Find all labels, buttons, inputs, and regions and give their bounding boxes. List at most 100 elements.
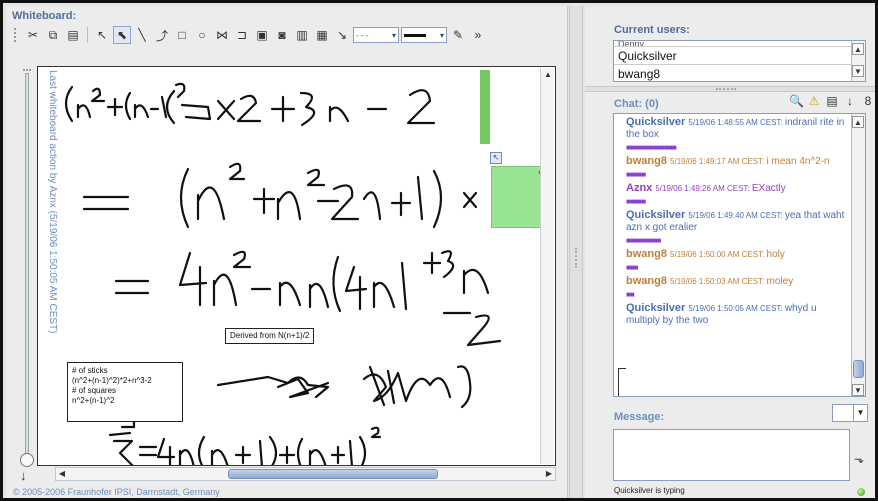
message-separator: ■■■■■■■■■ (626, 236, 662, 245)
user-item[interactable]: bwang8 (614, 65, 865, 81)
message-title: Message: (614, 411, 665, 423)
chat-text: holy (766, 249, 785, 260)
chat-nick[interactable]: bwang8 (626, 275, 670, 287)
scroll-up-icon[interactable]: ▲ (852, 116, 864, 128)
chat-message: Aznx 5/19/06 1:49:26 AM CEST: EXactly (626, 182, 850, 195)
chat-timestamp: 5/19/06 1:50:03 AM CEST: (670, 277, 767, 286)
table-icon[interactable]: ▦ (313, 26, 331, 44)
message-separator: ■■■■■■■■■■■■■ (626, 143, 677, 152)
panel-splitter[interactable] (569, 6, 583, 498)
chat-timestamp: 5/19/06 1:50:05 AM CEST: (688, 304, 785, 313)
chat-message: bwang8 5/19/06 1:50:00 AM CEST: holy (626, 248, 850, 261)
sticks-note-line: # of squares (72, 386, 117, 395)
users-chat-splitter[interactable] (585, 86, 875, 92)
scroll-right-icon[interactable]: ▶ (543, 468, 555, 480)
highlight-bar[interactable] (480, 70, 490, 144)
last-action-label: Last whiteboard action by Aznx (5/19/06 … (47, 70, 58, 334)
message-separator: ■■■■■ (626, 170, 646, 179)
lasso-icon[interactable]: ↖ (93, 26, 111, 44)
app-frame: Whiteboard: ✂ ⧉ ▤ ↖ ⬉ ╲ ⤴ □ ○ ⋈ ⊐ ▣ ◙ ▥ … (0, 0, 878, 501)
chat-nick[interactable]: Quicksilver (626, 116, 688, 128)
line-style-select[interactable]: - - - ▾ (353, 27, 399, 43)
copyright-text: © 2005-2006 Fraunhofer IPSI, Darmstadt, … (13, 487, 220, 497)
rectangle-icon[interactable]: □ (173, 26, 191, 44)
typing-status: Quicksilver is typing (614, 486, 685, 495)
message-separator: ■■■■■ (626, 197, 646, 206)
font-icon[interactable]: 8 (861, 94, 875, 108)
arrow-shape-icon[interactable]: ⊐ (233, 26, 251, 44)
pen-color-icon[interactable]: ✎ (449, 26, 467, 44)
chat-timestamp: 5/19/06 1:49:40 AM CEST: (688, 211, 785, 220)
zoom-slider[interactable] (19, 69, 35, 469)
chat-indicator-line (618, 368, 626, 396)
user-item[interactable]: Quicksilver (614, 47, 865, 65)
canvas-vertical-scrollbar[interactable]: ▲ (540, 68, 554, 464)
whiteboard-title: Whiteboard: (12, 10, 77, 22)
chat-nick[interactable]: Quicksilver (626, 209, 688, 221)
chat-text: i mean 4n^2-n (766, 156, 830, 167)
canvas-horizontal-scrollbar[interactable]: ◀ ▶ (55, 467, 556, 481)
ellipse-icon[interactable]: ○ (193, 26, 211, 44)
chat-message: bwang8 5/19/06 1:49:17 AM CEST: i mean 4… (626, 155, 850, 168)
sticks-note-line: n^2+(n-1)^2 (72, 396, 115, 405)
scroll-down-icon[interactable]: ▼ (852, 65, 864, 77)
sticks-note-line: # of sticks (72, 366, 108, 375)
toolbar-overflow-icon[interactable]: » (469, 26, 487, 44)
chat-title: Chat: (0) (614, 98, 659, 110)
sticks-note-line: (n^2+(n-1)^2)*2+n^3-2 (72, 376, 152, 385)
select-icon[interactable]: ⬉ (113, 26, 131, 44)
chat-messages: Quicksilver 5/19/06 1:48:55 AM CEST: ind… (626, 116, 850, 329)
paste-icon[interactable]: ▤ (64, 26, 82, 44)
whiteboard-toolbar: ✂ ⧉ ▤ ↖ ⬉ ╲ ⤴ □ ○ ⋈ ⊐ ▣ ◙ ▥ ▦ ↘ - - - ▾ ▾… (14, 24, 568, 46)
scroll-thumb[interactable] (228, 469, 438, 479)
chat-text: EXactly (751, 183, 786, 194)
scroll-up-icon[interactable]: ▲ (541, 68, 555, 82)
message-separator: ■■■ (626, 263, 639, 272)
clear-icon[interactable]: ▤ (825, 94, 839, 108)
search-icon[interactable]: 🔍 (789, 94, 804, 108)
image-icon[interactable]: ▣ (253, 26, 271, 44)
chat-nick[interactable]: bwang8 (626, 155, 670, 167)
chat-message: Quicksilver 5/19/06 1:50:05 AM CEST: why… (626, 302, 850, 327)
slider-knob[interactable] (20, 453, 34, 467)
sticks-note[interactable]: # of sticks (n^2+(n-1)^2)*2+n^3-2 # of s… (67, 362, 183, 422)
line-icon[interactable]: ╲ (133, 26, 151, 44)
chat-timestamp: 5/19/06 1:50:00 AM CEST: (670, 250, 767, 259)
text-icon[interactable]: ◙ (273, 26, 291, 44)
derived-note[interactable]: Derived from N(n+1)/2 (225, 328, 315, 344)
connector-icon[interactable]: ⋈ (213, 26, 231, 44)
chat-scrollbar[interactable]: ▲ ▼ (851, 114, 865, 396)
scroll-down-icon[interactable]: ▼ (852, 384, 864, 396)
message-input[interactable] (613, 429, 850, 481)
chat-log[interactable]: Quicksilver 5/19/06 1:48:55 AM CEST: ind… (613, 113, 866, 397)
warning-icon[interactable]: ⚠ (807, 94, 821, 108)
copy-icon[interactable]: ⧉ (44, 26, 62, 44)
chat-nick[interactable]: bwang8 (626, 248, 670, 260)
send-icon[interactable]: ⬎ (854, 452, 864, 466)
link-icon[interactable]: ↘ (333, 26, 351, 44)
message-style-select[interactable]: ▼ (832, 404, 868, 422)
line-width-select[interactable]: ▾ (401, 27, 447, 43)
users-list[interactable]: Denny Quicksilver bwang8 ▲ ▼ (613, 40, 866, 82)
chat-timestamp: 5/19/06 1:49:17 AM CEST: (670, 157, 767, 166)
download-icon[interactable]: ↓ (843, 94, 857, 108)
scissors-icon[interactable]: ✂ (24, 26, 42, 44)
curve-icon[interactable]: ⤴ (153, 26, 171, 44)
users-scrollbar[interactable]: ▲ ▼ (851, 41, 865, 81)
scroll-left-icon[interactable]: ◀ (56, 468, 68, 480)
chat-nick[interactable]: Quicksilver (626, 302, 688, 314)
chart-icon[interactable]: ▥ (293, 26, 311, 44)
status-indicator-icon (857, 488, 865, 496)
scroll-thumb[interactable] (853, 360, 864, 378)
chat-nick[interactable]: Aznx (626, 182, 655, 194)
selection-handle[interactable]: ↖ (490, 152, 502, 164)
chat-timestamp: 5/19/06 1:49:26 AM CEST: (655, 184, 752, 193)
toolbar-grip[interactable] (14, 28, 18, 42)
scroll-up-icon[interactable]: ▲ (852, 43, 864, 55)
chevron-down-icon: ▼ (853, 405, 867, 421)
message-separator: ■■ (626, 290, 635, 299)
arrow-down-icon[interactable]: ↓ (20, 468, 27, 483)
chat-timestamp: 5/19/06 1:48:55 AM CEST: (688, 118, 785, 127)
chat-text: moley (766, 276, 794, 287)
slider-track (25, 73, 29, 461)
